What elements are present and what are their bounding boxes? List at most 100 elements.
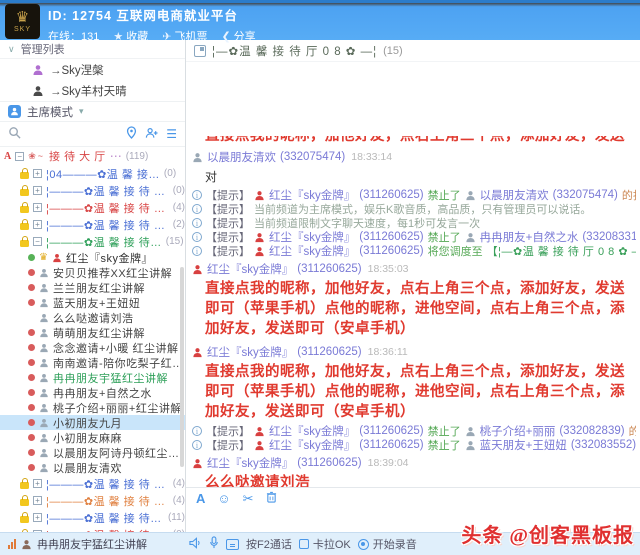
- record-button[interactable]: 开始录音: [357, 536, 417, 552]
- mode-selector[interactable]: 主席模式 ▾: [0, 101, 185, 122]
- member-name: 么么哒邀请刘浩: [53, 312, 134, 325]
- channel-count: (2): [172, 219, 185, 230]
- tip-text: 当前频道限制文字聊天速度，每1秒可发言一次: [254, 218, 481, 230]
- member-avatar-icon: [39, 373, 49, 383]
- member-name: 安贝贝推荐XX红尘讲解: [53, 267, 173, 280]
- info-icon: i: [192, 426, 202, 436]
- channel-row[interactable]: + ¦04———✿温 馨 接… (0): [0, 165, 185, 182]
- member-row[interactable]: 冉冉朋友+自然之水: [0, 385, 185, 400]
- channel-row[interactable]: +¦———✿温 馨 接 待 厅…(0): [0, 526, 185, 532]
- watermark: 头条 @创客黑板报: [461, 525, 634, 547]
- member-row[interactable]: 以晨朋友阿诗丹顿红尘讲解: [0, 445, 185, 460]
- search-icon[interactable]: [8, 126, 21, 142]
- channel-row[interactable]: + ¦———✿温 馨 接 待 厅… (4): [0, 492, 185, 509]
- admin-item[interactable]: →Sky羊村天晴: [0, 80, 185, 101]
- member-row[interactable]: 南南邀请-陪你吃梨子红尘讲: [0, 355, 185, 370]
- user-name: 以晨朋友清欢: [479, 190, 549, 202]
- member-row[interactable]: 冉冉朋友宇猛红尘讲解: [0, 370, 185, 385]
- member-name: 兰兰朋友红尘讲解: [53, 282, 145, 295]
- info-icon: i: [192, 440, 202, 450]
- microphone-icon[interactable]: [209, 536, 219, 552]
- channel-count: (0): [163, 168, 177, 179]
- channel-row[interactable]: − ¦———✿温 馨 接 待… (15): [0, 233, 185, 250]
- header-action-plane[interactable]: ✈ 飞机票: [162, 28, 207, 44]
- member-avatar-icon: [39, 283, 49, 293]
- red-status-dot: [28, 284, 35, 291]
- member-row[interactable]: 蓝天朋友+王妞妞: [0, 295, 185, 310]
- font-icon[interactable]: A: [196, 492, 205, 505]
- member-row[interactable]: 桃子介绍+丽丽+红尘讲解: [0, 400, 185, 415]
- header-action-star[interactable]: ★ 收藏: [113, 28, 148, 44]
- channel-label: ¦———✿温 馨 接 待 厅…: [46, 219, 169, 232]
- user-name: 红尘『sky金牌』: [269, 246, 356, 258]
- channel-row[interactable]: + ¦———✿温 馨 接 待 厅… (2): [0, 216, 185, 233]
- user-avatar-icon: [192, 458, 203, 469]
- room-category-row[interactable]: A − ❀~ 接 待 大 厅 ⋯ (119): [0, 147, 185, 165]
- info-icon: i: [192, 218, 202, 228]
- expand-icon: +: [33, 513, 42, 522]
- add-user-icon[interactable]: [145, 127, 158, 142]
- member-name: 萌萌朋友红尘讲解: [53, 327, 145, 340]
- actor-avatar-icon: [254, 190, 265, 201]
- green-status-dot: [28, 254, 35, 261]
- popout-icon[interactable]: [194, 44, 206, 57]
- member-name: 蓝天朋友+王妞妞: [53, 297, 141, 310]
- channel-label: ¦———✿温 馨 接 待…: [46, 236, 162, 249]
- member-row[interactable]: 么么哒邀请刘浩: [0, 310, 185, 325]
- location-icon[interactable]: [126, 126, 137, 142]
- tip-suffix: 的打字，: [621, 190, 636, 202]
- member-row[interactable]: 萌萌朋友红尘讲解: [0, 325, 185, 340]
- member-row[interactable]: 念念邀请+小暖 红尘讲解: [0, 340, 185, 355]
- scissors-icon[interactable]: ✂: [243, 492, 254, 505]
- message-author-row: 红尘『sky金牌』 (311260625) 18:36:11: [192, 344, 636, 360]
- channel-tab-title: ¦—✿温 馨 接 待 厅 0 8 ✿ —¦: [212, 45, 378, 58]
- member-row[interactable]: 以晨朋友清欢: [0, 460, 185, 475]
- channel-row[interactable]: + ¦———✿温 馨 接 待 … (11): [0, 509, 185, 526]
- user-name: (311260625): [359, 245, 424, 257]
- target-avatar-icon: [465, 440, 476, 451]
- sidebar-scrollbar[interactable]: [180, 267, 184, 467]
- clipped-message: 直接点我的昵称，加他好友，点右上角三个点，添加好友，发送即可（苹果手机）点他的昵…: [192, 136, 636, 145]
- plane-icon: ✈: [162, 30, 172, 43]
- expand-icon: +: [33, 186, 42, 195]
- chevron-down-icon: ▾: [79, 106, 84, 116]
- message-time: 18:39:04: [367, 457, 409, 469]
- member-avatar-icon: [39, 388, 49, 398]
- channel-label: 接 待 大 厅: [49, 151, 106, 163]
- member-row[interactable]: 小初朋友麻麻: [0, 430, 185, 445]
- member-row[interactable]: 安贝贝推荐XX红尘讲解: [0, 265, 185, 280]
- tip-action: 将您调度至: [427, 246, 483, 258]
- channel-header: ♛ SKY ID: 12754 互联网电商就业平台 在线：131 ★ 收藏 ✈ 飞机票…: [0, 0, 640, 43]
- info-icon: i: [192, 190, 202, 200]
- push-to-talk-label: 按F2通话: [246, 539, 292, 551]
- user-name: 红尘『sky金牌』: [269, 426, 356, 438]
- tip-action: 禁止了: [427, 232, 461, 244]
- header-action-share[interactable]: ❮ 分享: [221, 28, 255, 44]
- speaker-icon[interactable]: [189, 536, 202, 552]
- lock-icon: [20, 494, 29, 506]
- tip-label: 【提示】: [206, 440, 250, 452]
- trash-icon[interactable]: [266, 491, 277, 505]
- message-time: 18:35:03: [367, 263, 409, 275]
- channel-row[interactable]: + ¦———✿温 馨 接 待 厅… (4): [0, 199, 185, 216]
- expand-icon: +: [33, 479, 42, 488]
- logo-brand-text: SKY: [13, 26, 31, 33]
- channel-row[interactable]: + ¦———✿温 馨 接 待 厅… (4): [0, 475, 185, 492]
- message-author-row: 红尘『sky金牌』 (311260625) 18:39:04: [192, 455, 636, 471]
- karaoke-button[interactable]: 卡拉OK: [298, 536, 351, 552]
- member-row[interactable]: 兰兰朋友红尘讲解: [0, 280, 185, 295]
- expand-icon: +: [33, 496, 42, 505]
- channel-count: (0): [172, 185, 185, 196]
- lock-icon: [20, 201, 29, 213]
- push-to-talk-button[interactable]: 按F2通话: [246, 536, 292, 552]
- sound-settings-icon[interactable]: [226, 538, 239, 550]
- actor-avatar-icon: [254, 440, 265, 451]
- admin-item[interactable]: →Sky涅槃: [0, 59, 185, 80]
- list-view-icon[interactable]: ☰: [166, 127, 177, 141]
- channel-row[interactable]: +¦———✿温 馨 接 待 厅…(0): [0, 182, 185, 199]
- member-row[interactable]: 小初朋友九月: [0, 415, 185, 430]
- tip-channel-name: 【¦—✿温 馨 接 待 厅 0 8 ✿ —¦】，: [486, 246, 636, 258]
- member-row[interactable]: ♛ 红尘『sky金牌』: [0, 250, 185, 265]
- message-list: 直接点我的昵称，加他好友，点右上角三个点，添加好友，发送即可（苹果手机）点他的昵…: [186, 62, 640, 487]
- emoji-icon[interactable]: ☺: [217, 492, 230, 505]
